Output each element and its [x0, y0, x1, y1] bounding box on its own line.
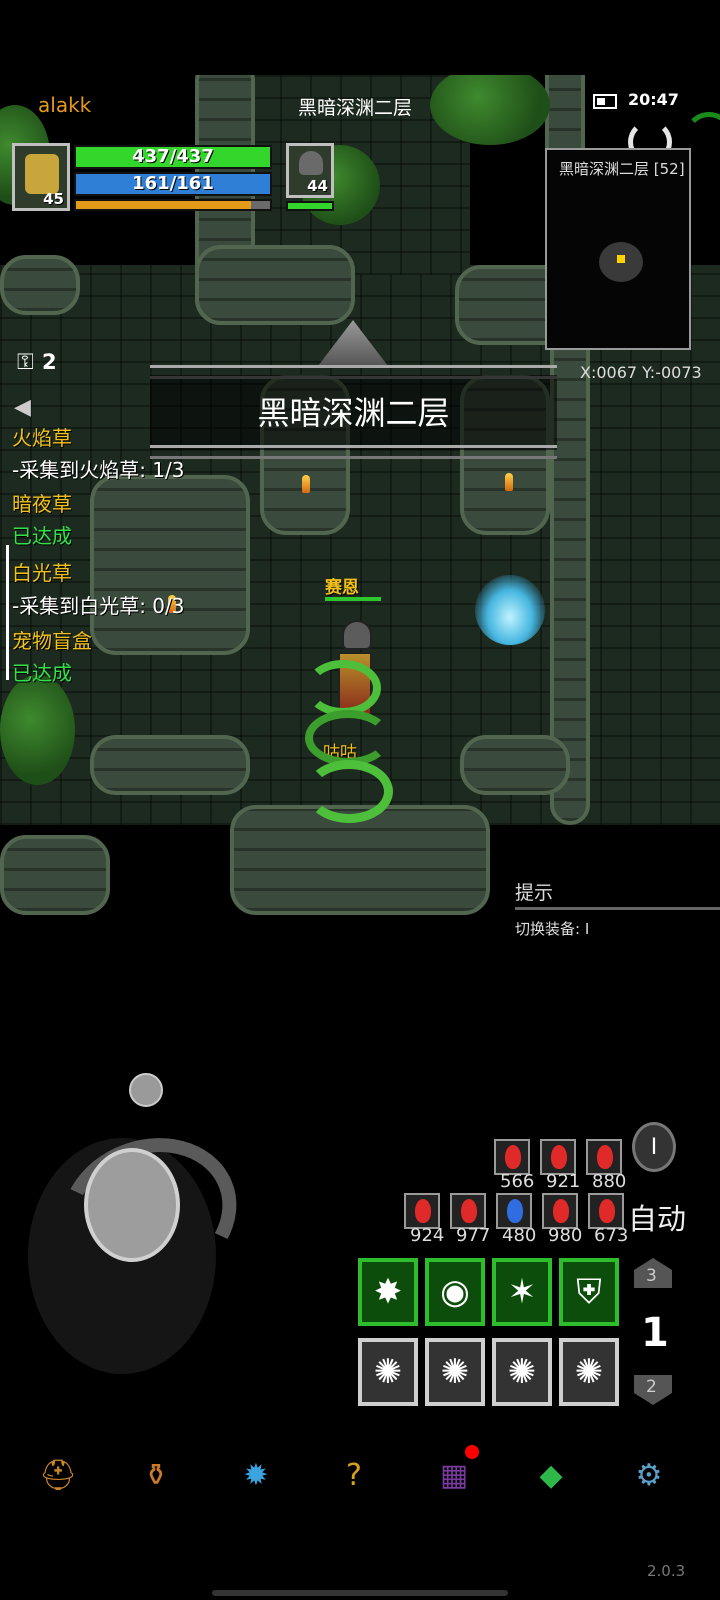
potion-flask-icon: [597, 1145, 613, 1169]
helmet-icon[interactable]: ⛑: [38, 1455, 78, 1495]
empty-slot-icon: ✺: [440, 1352, 470, 1392]
key-icon: ⚿: [17, 350, 34, 375]
player-avatar-icon: [25, 154, 59, 194]
xp-bar: [74, 199, 272, 211]
mp-bar: 161/161: [74, 172, 272, 196]
potion-slot[interactable]: [586, 1139, 622, 1175]
switch-target-icon[interactable]: I: [632, 1122, 676, 1172]
joystick-thumb[interactable]: [84, 1148, 180, 1262]
potion-count: 566: [500, 1171, 535, 1192]
potion-slot[interactable]: [404, 1193, 440, 1229]
skill-orb-icon: ◉: [440, 1272, 470, 1312]
quest-line: 已达成: [12, 524, 72, 548]
pet-level: 44: [307, 177, 328, 195]
potion-count: 980: [548, 1225, 583, 1246]
empty-slot-icon: ✺: [373, 1352, 403, 1392]
potion-count: 673: [594, 1225, 629, 1246]
skill-slot[interactable]: ◉: [425, 1258, 485, 1326]
banner-ornament-icon: [318, 320, 388, 366]
potion-count: 480: [502, 1225, 537, 1246]
minimap-label: 黑暗深渊二层 [52]: [559, 160, 685, 178]
potion-flask-icon: [553, 1199, 569, 1223]
emerald-icon[interactable]: ◆: [531, 1455, 571, 1495]
coordinates: X:0067 Y:-0073: [580, 363, 702, 382]
hint-title: 提示: [515, 882, 554, 904]
portal[interactable]: [475, 575, 545, 645]
quest-line: 暗夜草: [12, 492, 72, 516]
empty-slot-icon: ✺: [507, 1352, 537, 1392]
potion-flask-icon: [461, 1199, 477, 1223]
gem-blue-icon[interactable]: ✹: [236, 1455, 276, 1495]
torch-icon: [302, 475, 310, 493]
potion-slot[interactable]: [496, 1193, 532, 1229]
potion-count: 880: [592, 1171, 627, 1192]
quest-line: -采集到白光草: 0/3: [12, 594, 185, 618]
location-title: 黑暗深渊二层: [298, 97, 413, 119]
skill-slot[interactable]: ✺: [559, 1338, 619, 1406]
potion-slot[interactable]: [588, 1193, 624, 1229]
player-portrait[interactable]: 45: [12, 143, 70, 211]
clock: 20:47: [628, 90, 679, 109]
quest-line: 火焰草: [12, 426, 72, 450]
skill-slot[interactable]: ✺: [492, 1338, 552, 1406]
snake-pet[interactable]: [305, 660, 393, 823]
skill-page-number: 1: [641, 1310, 669, 1356]
potion-count: 977: [456, 1225, 491, 1246]
torch-icon: [505, 473, 513, 491]
pet-portrait[interactable]: 44: [286, 143, 334, 198]
quest-line: 白光草: [12, 561, 72, 585]
potion-flask-icon: [551, 1145, 567, 1169]
skill-shield-icon: ⛨: [576, 1272, 602, 1312]
potion-flask-icon: [505, 1145, 521, 1169]
potion-slot[interactable]: [540, 1139, 576, 1175]
bag-icon[interactable]: ⚱: [136, 1455, 176, 1495]
settings-icon[interactable]: ⚙: [629, 1455, 669, 1495]
quest-line: 宠物盲盒: [12, 629, 92, 653]
auto-button[interactable]: 自动: [628, 1196, 686, 1238]
floor-banner: 黑暗深渊二层: [150, 320, 557, 470]
skill-slot[interactable]: ✺: [425, 1338, 485, 1406]
version-label: 2.0.3: [647, 1562, 686, 1580]
pet-hp-bar: [286, 201, 334, 211]
npc-knight-name: 赛恩: [325, 578, 359, 598]
hint-text: 切换装备: I: [515, 920, 590, 938]
pet-avatar-icon: [299, 151, 323, 175]
help-icon[interactable]: ?: [334, 1455, 374, 1495]
potion-slot[interactable]: [450, 1193, 486, 1229]
skill-claw-icon: ✸: [373, 1272, 403, 1312]
skill-burst-icon: ✶: [507, 1272, 537, 1312]
quest-indicator-line: [6, 545, 9, 680]
quest-line: 已达成: [12, 661, 72, 685]
potion-flask-icon: [599, 1199, 615, 1223]
key-count: 2: [42, 350, 57, 374]
notification-dot: [465, 1445, 479, 1459]
empty-slot-icon: ✺: [574, 1352, 604, 1392]
page-down-label: 2: [646, 1377, 657, 1397]
potion-flask-icon: [415, 1199, 431, 1223]
npc-knight-healthbar: [325, 597, 381, 601]
player-level: 45: [43, 190, 64, 208]
potion-count: 924: [410, 1225, 445, 1246]
battery-icon: [593, 94, 617, 109]
skill-slot[interactable]: ✺: [358, 1338, 418, 1406]
hint-divider: [515, 907, 720, 910]
book-icon[interactable]: ▦: [434, 1455, 474, 1495]
collapse-quest-icon[interactable]: ◀: [14, 395, 31, 420]
page-up-label: 3: [646, 1266, 657, 1286]
potion-count: 921: [546, 1171, 581, 1192]
minimap-player-marker: [617, 255, 625, 263]
potion-flask-icon: [507, 1199, 523, 1223]
xp-bar-fill: [76, 201, 251, 209]
skill-slot[interactable]: ✶: [492, 1258, 552, 1326]
floor-banner-title: 黑暗深渊二层: [257, 394, 450, 432]
player-name: alakk: [38, 93, 92, 117]
home-indicator: [212, 1590, 508, 1596]
minimap[interactable]: 黑暗深渊二层 [52]: [545, 148, 691, 350]
hp-bar: 437/437: [74, 145, 272, 169]
potion-slot[interactable]: [494, 1139, 530, 1175]
skill-slot[interactable]: ✸: [358, 1258, 418, 1326]
joystick-small-dot[interactable]: [129, 1073, 163, 1107]
skill-slot[interactable]: ⛨: [559, 1258, 619, 1326]
potion-slot[interactable]: [542, 1193, 578, 1229]
